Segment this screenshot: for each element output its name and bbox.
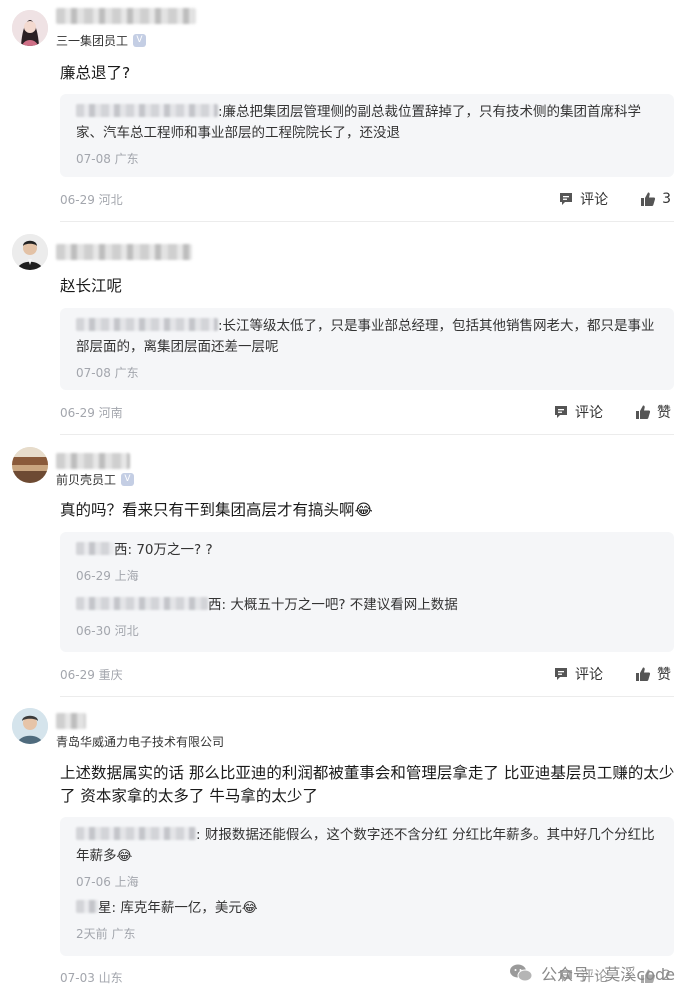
like-button[interactable]: 3 [640,191,671,207]
reply-author-blurred[interactable] [76,104,218,117]
reply-item[interactable]: 西: 70万之一? ? 06-29 上海 [76,540,661,584]
comment-icon [560,193,573,205]
user-name-blurred[interactable] [56,8,196,24]
reply-meta: 2天前 广东 [76,927,136,941]
reply-text: :廉总把集团层管理侧的副总裁位置辞掉了，只有技术侧的集团首席科学家、汽车总工程师… [76,102,661,144]
reply-author-blurred[interactable] [76,900,98,913]
reply-box: :廉总把集团层管理侧的副总裁位置辞掉了，只有技术侧的集团首席科学家、汽车总工程师… [60,94,674,177]
comment-meta: 06-29 河南 [60,406,123,420]
comment-button[interactable]: 评论 [553,664,603,684]
reply-meta: 06-29 上海 [76,569,139,583]
comment-text: 上述数据属实的话 那么比亚迪的利润都被董事会和管理层拿走了 比亚迪基层员工赚的太… [60,764,675,805]
company-line: 青岛华威通力电子技术有限公司 [56,733,224,750]
like-count: 赞 [657,405,671,421]
like-button[interactable]: 赞 [635,664,671,684]
avatar[interactable] [12,234,48,270]
comment-label: 评论 [580,192,609,208]
watermark: 公众号 · 莫溪code [509,961,675,985]
avatar[interactable] [12,708,48,744]
comment-text: 廉总退了? [60,64,131,82]
user-name-blurred[interactable] [56,244,192,260]
reply-item[interactable]: : 财报数据还能假么，这个数字还不含分红 分红比年薪多。其中好几个分红比年薪多😂… [76,825,661,890]
reply-box: 西: 70万之一? ? 06-29 上海 西: 大概五十万之一吧? 不建议看网上… [60,532,674,652]
thumbs-up-icon [636,405,651,419]
reply-text: :长江等级太低了，只是事业部总经理，包括其他销售网老大，都只是事业部层面的，离集… [76,316,661,358]
reply-text: : 财报数据还能假么，这个数字还不含分红 分红比年薪多。其中好几个分红比年薪多😂 [76,825,661,867]
reply-meta: 07-06 上海 [76,875,139,889]
watermark-text: 公众号 · 莫溪code [541,965,675,984]
comment-button[interactable]: 评论 [553,402,603,422]
reply-text: 星: 库克年薪一亿，美元😂 [76,898,661,919]
verified-icon: V [121,473,135,486]
comment-text: 真的吗？看来只有干到集团高层才有搞头啊😂 [60,501,373,519]
comment-label: 评论 [575,405,603,421]
comment-actions: 评论 3 [558,189,671,209]
reply-author-blurred[interactable] [76,318,218,331]
reply-meta: 06-30 河北 [76,624,139,638]
divider [60,696,674,697]
reply-content: 西: 大概五十万之一吧? 不建议看网上数据 [208,597,458,613]
like-count: 3 [662,191,671,207]
comment-text: 赵长江呢 [60,277,123,295]
reply-meta: 07-08 广东 [76,152,139,166]
verified-icon: V [133,34,147,47]
comment-icon [555,668,567,680]
comment-meta: 06-29 重庆 [60,668,123,682]
comment-actions: 评论 赞 [553,664,671,684]
comment-icon [555,406,567,418]
reply-text: 西: 大概五十万之一吧? 不建议看网上数据 [76,595,661,616]
comment-label: 评论 [575,667,603,683]
comment-meta: 07-03 山东 [60,971,123,985]
comment-actions: 评论 赞 [553,402,671,422]
thumbs-up-icon [641,192,656,206]
divider [60,221,674,222]
comment-button[interactable]: 评论 [558,189,608,209]
reply-author-blurred[interactable] [76,827,196,840]
like-count: 赞 [657,667,671,683]
wechat-icon [510,964,533,982]
company-name: 前贝壳员工 [56,473,117,487]
reply-item[interactable]: :长江等级太低了，只是事业部总经理，包括其他销售网老大，都只是事业部层面的，离集… [76,316,661,381]
like-button[interactable]: 赞 [635,402,671,422]
reply-content: 西: 70万之一? ? [114,542,213,558]
thumbs-up-icon [636,667,651,681]
user-name-blurred[interactable] [56,713,86,729]
reply-meta: 07-08 广东 [76,366,139,380]
reply-box: : 财报数据还能假么，这个数字还不含分红 分红比年薪多。其中好几个分红比年薪多😂… [60,817,674,956]
reply-author-blurred[interactable] [76,542,114,555]
divider [60,434,674,435]
reply-item[interactable]: 西: 大概五十万之一吧? 不建议看网上数据 06-30 河北 [76,595,661,639]
user-name-blurred[interactable] [56,453,130,469]
comment-meta: 06-29 河北 [60,193,123,207]
company-line: 三一集团员工 V [56,32,147,49]
avatar[interactable] [12,447,48,483]
reply-box: :长江等级太低了，只是事业部总经理，包括其他销售网老大，都只是事业部层面的，离集… [60,308,674,390]
company-line: 前贝壳员工 V [56,471,135,488]
reply-content: 星: 库克年薪一亿，美元😂 [98,900,258,916]
reply-author-blurred[interactable] [76,597,208,610]
reply-item[interactable]: 星: 库克年薪一亿，美元😂 2天前 广东 [76,898,661,942]
reply-text: 西: 70万之一? ? [76,540,661,561]
company-name: 三一集团员工 [56,34,129,48]
reply-item[interactable]: :廉总把集团层管理侧的副总裁位置辞掉了，只有技术侧的集团首席科学家、汽车总工程师… [76,102,661,167]
avatar[interactable] [12,10,48,46]
company-name: 青岛华威通力电子技术有限公司 [56,735,225,749]
